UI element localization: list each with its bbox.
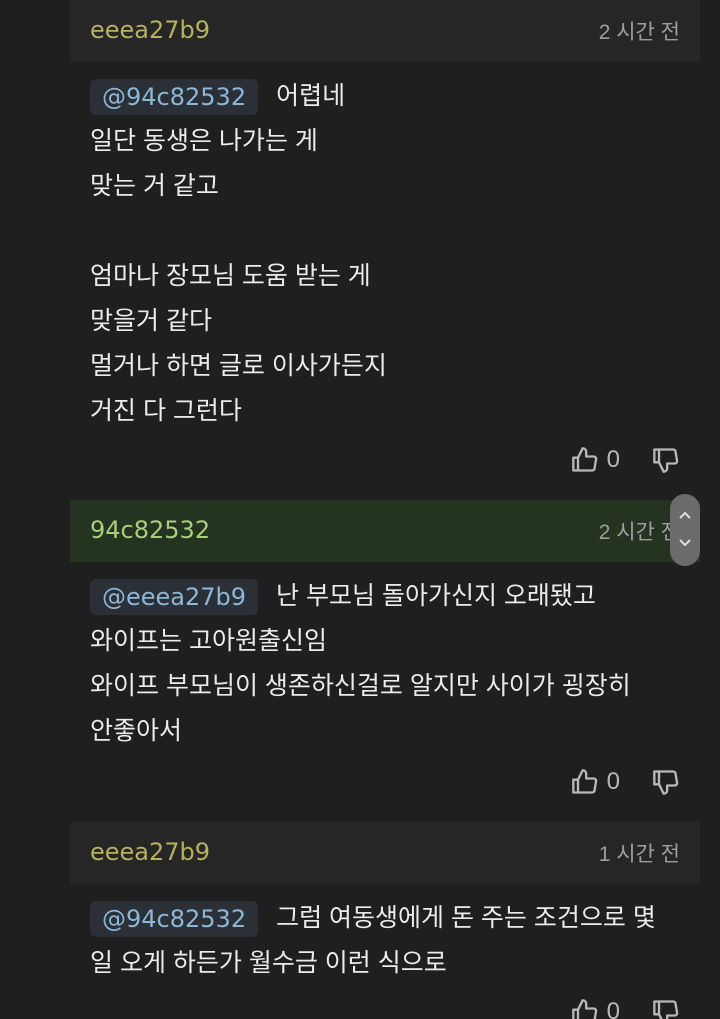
comment-line: 안좋아서 <box>90 717 183 745</box>
dislike-button[interactable] <box>652 998 680 1019</box>
like-count: 0 <box>606 446 620 473</box>
comment-item: eeea27b9 1 시간 전 @94c82532 그럼 여동생에게 돈 주는 조… <box>70 822 700 1019</box>
thumbs-down-icon <box>653 770 679 795</box>
like-button[interactable]: 0 <box>571 768 652 796</box>
chevron-down-icon <box>679 539 691 547</box>
thumbs-up-icon <box>571 447 597 472</box>
dislike-button[interactable] <box>652 446 680 474</box>
thumbs-up-icon <box>571 999 597 1019</box>
mention-tag[interactable]: @94c82532 <box>90 901 259 938</box>
comment-line: 난 부모님 돌아가신지 오래됐고 <box>276 582 596 610</box>
dislike-button[interactable] <box>652 768 680 796</box>
like-button[interactable]: 0 <box>571 998 652 1019</box>
vote-bar: 0 <box>571 442 680 478</box>
comment-line: 와이프는 고아원출신임 <box>90 627 327 655</box>
comment-time: 2 시간 전 <box>598 521 680 544</box>
like-count: 0 <box>606 998 620 1019</box>
comment-line: 일단 동생은 나가는 게 <box>90 127 318 155</box>
scroll-handle[interactable] <box>670 494 700 566</box>
comment-line: 일 오게 하든가 월수금 이런 식으로 <box>90 949 447 977</box>
like-count: 0 <box>606 768 620 795</box>
comment-line <box>90 209 680 254</box>
mention-tag[interactable]: @eeea27b9 <box>90 579 259 616</box>
comment-author[interactable]: 94c82532 <box>90 516 210 544</box>
vote-bar: 0 <box>571 994 680 1019</box>
comment-header: 94c82532 2 시간 전 <box>70 500 700 562</box>
comment-author[interactable]: eeea27b9 <box>90 838 210 866</box>
comment-line: 맞을거 같다 <box>90 307 212 335</box>
comment-item: eeea27b9 2 시간 전 @94c82532 어렵네 일단 동생은 나가는 … <box>70 0 700 473</box>
like-button[interactable]: 0 <box>571 446 652 474</box>
comment-time: 1 시간 전 <box>598 843 680 866</box>
comment-item: 94c82532 2 시간 전 @eeea27b9 난 부모님 돌아가신지 오래됐… <box>70 500 700 795</box>
comment-line: 어렵네 <box>276 82 346 110</box>
comment-header: eeea27b9 2 시간 전 <box>70 0 700 62</box>
comment-line: 와이프 부모님이 생존하신걸로 알지만 사이가 굉장히 <box>90 672 631 700</box>
comment-header: eeea27b9 1 시간 전 <box>70 822 700 884</box>
comment-time: 2 시간 전 <box>598 21 680 44</box>
comment-line: 멀거나 하면 글로 이사가든지 <box>90 352 387 380</box>
comment-body: @eeea27b9 난 부모님 돌아가신지 오래됐고 와이프는 고아원출신임 와이… <box>70 562 700 754</box>
comment-line: 거진 다 그런다 <box>90 397 242 425</box>
vote-bar: 0 <box>571 764 680 800</box>
comment-line: 그럼 여동생에게 돈 주는 조건으로 몇 <box>276 904 656 932</box>
thumbs-up-icon <box>571 769 597 794</box>
comment-body: @94c82532 그럼 여동생에게 돈 주는 조건으로 몇 일 오게 하든가 월… <box>70 884 700 986</box>
comment-line: 맞는 거 같고 <box>90 172 219 200</box>
chevron-up-icon <box>679 511 691 519</box>
comment-thread: eeea27b9 2 시간 전 @94c82532 어렵네 일단 동생은 나가는 … <box>0 0 720 1019</box>
comment-body: @94c82532 어렵네 일단 동생은 나가는 게 맞는 거 같고 엄마나 장모… <box>70 62 700 434</box>
comment-line: 엄마나 장모님 도움 받는 게 <box>90 262 371 290</box>
thumbs-down-icon <box>653 1000 679 1019</box>
thumbs-down-icon <box>653 448 679 473</box>
comment-author[interactable]: eeea27b9 <box>90 16 210 44</box>
mention-tag[interactable]: @94c82532 <box>90 79 259 116</box>
